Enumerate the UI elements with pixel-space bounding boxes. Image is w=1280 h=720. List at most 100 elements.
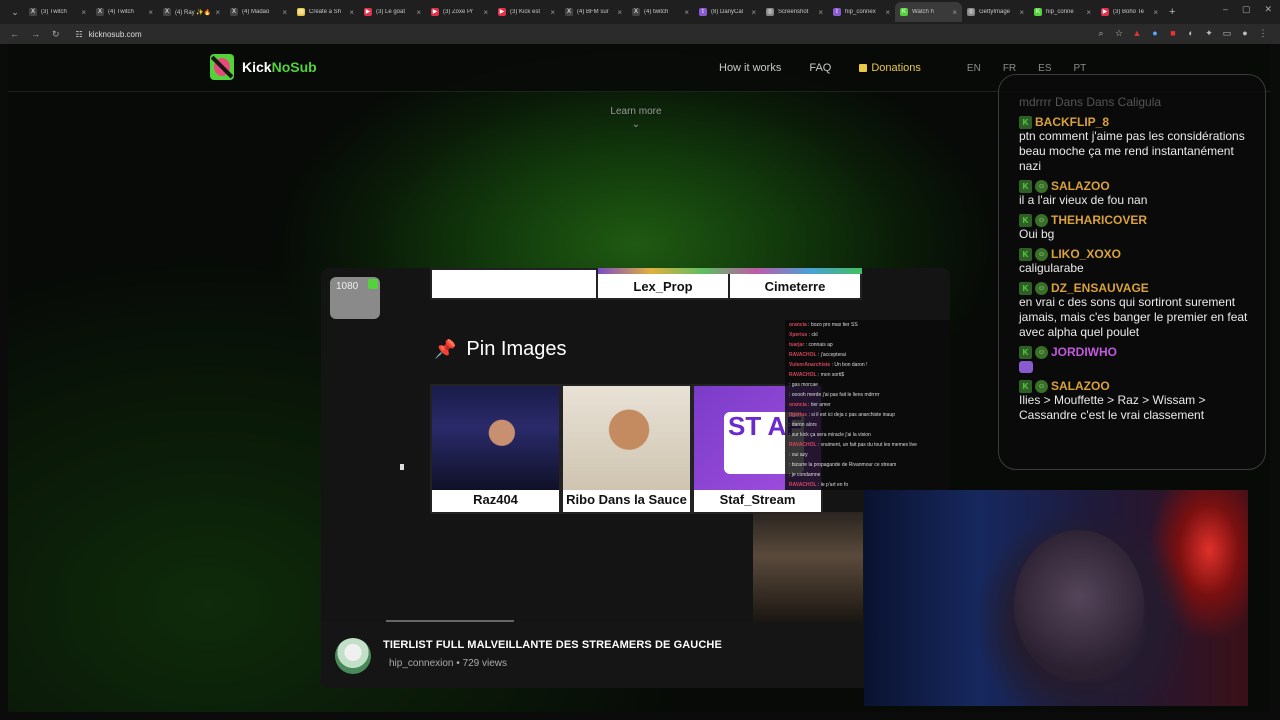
maximize-icon[interactable]: ▢ [1242, 4, 1251, 15]
overlay-chat-user: RAVACHOL [789, 372, 817, 378]
chat-username[interactable]: BACKFLIP_8 [1035, 115, 1109, 129]
video-title[interactable]: TIERLIST FULL MALVEILLANTE DES STREAMERS… [383, 639, 722, 651]
browser-tab[interactable]: X (4) Ray ✨🔥 × [158, 2, 225, 22]
chat-username[interactable]: SALAZOO [1051, 379, 1110, 393]
video-player[interactable]: 1080 Lex_Prop Cimeterre 📌 Pin Images Raz… [321, 268, 950, 622]
zoom-icon[interactable]: ⌕ [1096, 28, 1106, 39]
nav-faq[interactable]: FAQ [809, 62, 831, 74]
streamer-photo [432, 386, 559, 490]
new-tab-button[interactable]: + [1169, 6, 1175, 18]
chat-username[interactable]: LIKO_XOXO [1051, 247, 1121, 261]
close-window-icon[interactable]: ✕ [1264, 4, 1272, 15]
kick-badge-icon: K [1019, 179, 1032, 193]
profile-avatar-icon[interactable]: ● [1240, 28, 1250, 39]
site-info-icon[interactable]: ☷ [76, 30, 83, 39]
close-tab-icon[interactable]: × [282, 8, 287, 17]
chat-user-row: K ☺ DZ_ENSAUVAGE [1019, 281, 1255, 295]
extension-icon[interactable]: ● [1150, 28, 1160, 39]
overlay-chat-line: RAVACHOL : vraiment, un fait pas du tout… [785, 440, 950, 450]
lang-es[interactable]: ES [1038, 63, 1051, 74]
overlay-chat-line: : gas morcae [785, 380, 950, 390]
video-card[interactable]: 1080 Lex_Prop Cimeterre 📌 Pin Images Raz… [321, 268, 950, 688]
tab-title: Screenshot [778, 9, 809, 15]
chat-username[interactable]: THEHARICOVER [1051, 213, 1147, 227]
overlay-chat-line: orancia : bozo pro max tier SS [785, 320, 950, 330]
lang-pt[interactable]: PT [1074, 63, 1087, 74]
close-tab-icon[interactable]: × [148, 8, 153, 17]
extension-icon[interactable]: ◐ [1186, 28, 1196, 39]
extensions-puzzle-icon[interactable]: ✦ [1204, 28, 1214, 39]
close-tab-icon[interactable]: × [483, 8, 488, 17]
close-tab-icon[interactable]: × [349, 8, 354, 17]
kick-badge-icon: K [1019, 281, 1032, 295]
video-meta: hip_connexion • 729 views [389, 658, 507, 669]
chat-username[interactable]: DZ_ENSAUVAGE [1051, 281, 1149, 295]
forward-icon[interactable]: → [31, 29, 40, 39]
twitch-icon: t [699, 8, 707, 16]
close-tab-icon[interactable]: × [617, 8, 622, 17]
chat-username[interactable]: SALAZOO [1051, 179, 1110, 193]
browser-tab[interactable]: ▶ (3) Le goat × [359, 2, 426, 22]
close-tab-icon[interactable]: × [1153, 8, 1158, 17]
extension-icon[interactable]: ■ [1168, 28, 1178, 39]
channel-name[interactable]: hip_connexion [389, 658, 454, 669]
browser-tab[interactable]: ▤ Create a Sh × [292, 2, 359, 22]
overlay-chat-line: RAVACHOL : j'accepterai [785, 350, 950, 360]
chat-text: Ilies > Mouffette > Raz > Wissam > Cassa… [1019, 393, 1206, 422]
nav-donations[interactable]: Donations [859, 62, 921, 74]
learn-more-link[interactable]: Learn more ⌄ [608, 106, 664, 130]
lang-fr[interactable]: FR [1003, 63, 1016, 74]
sub-badge-icon: ☺ [1035, 345, 1048, 359]
browser-tab[interactable]: ◎ GettyImage × [962, 2, 1029, 22]
browser-tab[interactable]: Khip_conne × [1029, 2, 1096, 22]
close-tab-icon[interactable]: × [81, 8, 86, 17]
browser-tab[interactable]: ◎ Screenshot × [761, 2, 828, 22]
overlay-chat-text: bozo pro max tier SS [810, 322, 858, 328]
reload-icon[interactable]: ↻ [52, 29, 60, 40]
browser-tab[interactable]: ▶ (3) Boho Te × [1096, 2, 1163, 22]
close-tab-icon[interactable]: × [550, 8, 555, 17]
twitch-icon: t [833, 8, 841, 16]
url-field[interactable]: ☷ kicknosub.com [76, 30, 142, 39]
overlay-chat-text: gas morcae [791, 382, 818, 388]
sidebar-icon[interactable]: ▭ [1222, 28, 1232, 39]
overlay-chat-text: bizarre la propagande de Rivanmour ce st… [791, 462, 897, 468]
close-tab-icon[interactable]: × [1086, 8, 1091, 17]
browser-tab[interactable]: X (3) Twitch × [24, 2, 91, 22]
nav-how-it-works[interactable]: How it works [719, 62, 781, 74]
browser-tab[interactable]: X (4) Twitch × [91, 2, 158, 22]
browser-tab[interactable]: ▶ (3) Kick est × [493, 2, 560, 22]
youtube-icon: ▶ [364, 8, 372, 16]
chat-username[interactable]: JORDIWHO [1051, 345, 1117, 359]
browser-tab[interactable]: t (8) DanyCal × [694, 2, 761, 22]
chat-messages: K BACKFLIP_8 ptn comment j'aime pas les co… [1019, 115, 1255, 428]
close-tab-icon[interactable]: × [215, 8, 220, 17]
close-tab-icon[interactable]: × [1019, 8, 1024, 17]
back-icon[interactable]: ← [10, 29, 19, 39]
close-tab-icon[interactable]: × [684, 8, 689, 17]
browser-tab[interactable]: X (4) BFM sur × [560, 2, 627, 22]
lang-en[interactable]: EN [967, 63, 981, 74]
close-tab-icon[interactable]: × [416, 8, 421, 17]
tab-search-icon[interactable]: ⌄ [6, 7, 24, 18]
close-tab-icon[interactable]: × [885, 8, 890, 17]
browser-tab[interactable]: ▶ (3) Zoxe Pr × [426, 2, 493, 22]
close-tab-icon[interactable]: × [751, 8, 756, 17]
streamer-thumb: Raz404 [430, 384, 561, 514]
browser-tab[interactable]: X (4) twitch × [627, 2, 694, 22]
site-logo[interactable]: KickNoSub [210, 54, 317, 80]
browser-tab[interactable]: K Watch h × [895, 2, 962, 22]
overlay-chat-text: je condamne [791, 472, 821, 478]
bookmark-star-icon[interactable]: ☆ [1114, 28, 1124, 39]
close-tab-icon[interactable]: × [818, 8, 823, 17]
browser-menu-icon[interactable]: ⋮ [1258, 28, 1268, 39]
chat-message: K ☺ JORDIWHO [1019, 345, 1255, 373]
extension-icon[interactable]: ▲ [1132, 28, 1142, 39]
close-tab-icon[interactable]: × [952, 8, 957, 17]
overlay-chat-user: RAVACHOL [789, 442, 817, 448]
channel-avatar[interactable] [335, 638, 371, 674]
minimize-icon[interactable]: – [1223, 4, 1228, 15]
browser-tab[interactable]: t hip_connex × [828, 2, 895, 22]
browser-tab[interactable]: X (4) Madao × [225, 2, 292, 22]
pin-images-label: Pin Images [466, 338, 567, 360]
